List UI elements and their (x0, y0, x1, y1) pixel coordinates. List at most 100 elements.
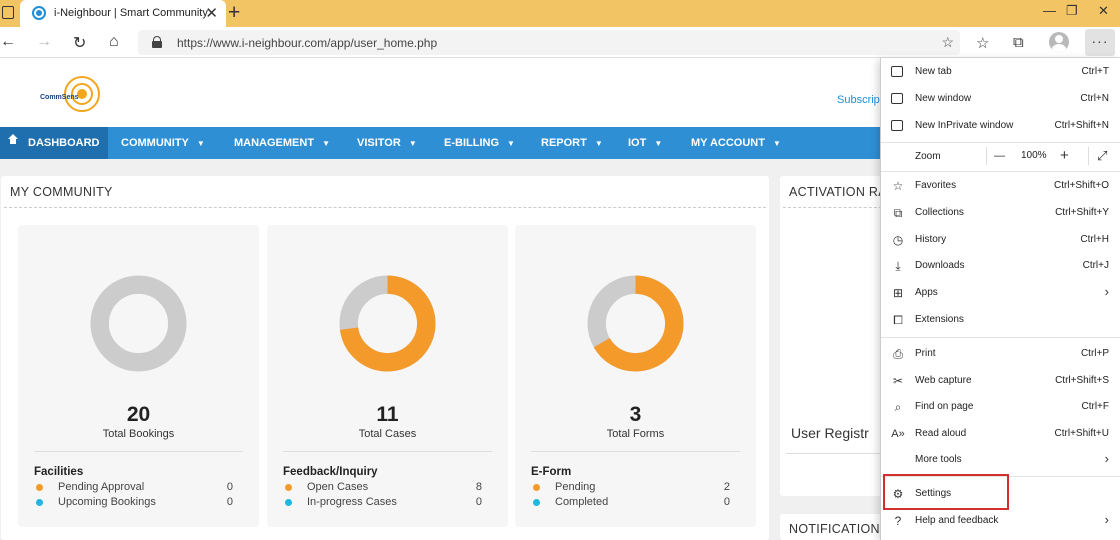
favorites-icon[interactable]: ☆ (976, 34, 989, 52)
home-icon (8, 134, 18, 147)
bookings-card: 20 Total Bookings Facilities Pending App… (18, 225, 259, 527)
menu-shortcut: Ctrl+Shift+Y (1055, 207, 1109, 218)
menu-item-favorites[interactable]: ☆ Favorites Ctrl+Shift+O (881, 173, 1120, 199)
category-title: E-Form (531, 466, 572, 478)
read-aloud-icon: A» (891, 428, 905, 440)
list-item[interactable]: Upcoming Bookings 0 (34, 496, 233, 510)
menu-label: New InPrivate window (915, 120, 1014, 131)
site-favicon-icon (32, 6, 46, 20)
tab-bar: i-Neighbour | Smart Community ✕ + — ❐ ✕ (0, 0, 1120, 27)
list-item[interactable]: In-progress Cases 0 (283, 496, 482, 510)
address-bar[interactable]: https://www.i-neighbour.com/app/user_hom… (138, 30, 960, 55)
list-item[interactable]: Pending Approval 0 (34, 481, 233, 495)
nav-label: VISITOR (357, 137, 401, 149)
forward-arrow-icon[interactable]: → (36, 33, 52, 51)
row-value: 8 (475, 481, 482, 493)
card-divider (34, 451, 243, 452)
caret-down-icon: ▼ (772, 139, 781, 148)
restore-window-icon[interactable]: ❐ (1066, 3, 1078, 19)
browser-tab[interactable]: i-Neighbour | Smart Community ✕ (20, 0, 226, 27)
menu-item-collections[interactable]: ⧉ Collections Ctrl+Shift+Y (881, 200, 1120, 226)
row-label: Pending (555, 481, 596, 493)
menu-label: Web capture (915, 375, 972, 386)
menu-item-apps[interactable]: ⊞ Apps › (881, 280, 1120, 306)
collections-icon[interactable]: ⧉ (1013, 34, 1024, 51)
row-value: 2 (723, 481, 730, 493)
tab-title: i-Neighbour | Smart Community (54, 7, 208, 19)
orange-dot-icon (36, 484, 43, 491)
menu-item-history[interactable]: ◷ History Ctrl+H (881, 227, 1120, 253)
chevron-right-icon: › (1104, 512, 1109, 527)
menu-label: Downloads (915, 260, 965, 271)
list-item[interactable]: Open Cases 8 (283, 481, 482, 495)
category-title: Feedback/Inquiry (283, 466, 378, 478)
new-window-icon (891, 93, 903, 104)
extensions-puzzle-icon: ⧠ (893, 313, 903, 327)
list-item[interactable]: Pending 2 (531, 481, 730, 495)
row-label: In-progress Cases (307, 496, 397, 508)
nav-dashboard[interactable]: DASHBOARD (0, 127, 108, 159)
refresh-icon[interactable]: ↻ (73, 33, 86, 53)
row-value: 0 (226, 496, 233, 508)
menu-item-web-capture[interactable]: ✂ Web capture Ctrl+Shift+S (881, 368, 1120, 394)
nav-label: MY ACCOUNT (691, 137, 765, 149)
commsens-logo[interactable]: CommSens (40, 74, 102, 114)
orange-dot-icon (533, 484, 540, 491)
settings-and-more-button[interactable]: ··· (1085, 29, 1115, 56)
subscription-link[interactable]: Subscrip (837, 94, 880, 106)
menu-item-new-tab[interactable]: New tab Ctrl+T (881, 59, 1120, 85)
menu-item-extensions[interactable]: ⧠ Extensions (881, 307, 1120, 333)
lock-icon[interactable] (152, 36, 162, 48)
menu-shortcut: Ctrl+Shift+U (1054, 428, 1109, 439)
close-tab-icon[interactable]: ✕ (205, 4, 218, 22)
panel-title: MY COMMUNITY (10, 185, 113, 199)
menu-item-new-inprivate-window[interactable]: New InPrivate window Ctrl+Shift+N (881, 113, 1120, 139)
menu-label: Print (915, 348, 936, 359)
fullscreen-icon[interactable]: ⤢ (1097, 148, 1107, 164)
zoom-level: 100% (1021, 150, 1047, 161)
menu-label: Find on page (915, 401, 974, 412)
menu-item-downloads[interactable]: ⤓ Downloads Ctrl+J (881, 253, 1120, 279)
back-arrow-icon[interactable]: ← (0, 33, 16, 51)
home-button-icon[interactable]: ⌂ (109, 33, 119, 51)
cases-donut-chart (339, 275, 436, 372)
zoom-divider (986, 147, 987, 165)
nav-e-billing[interactable]: E-BILLING ▼ (444, 127, 515, 159)
menu-item-new-window[interactable]: New window Ctrl+N (881, 86, 1120, 112)
nav-community[interactable]: COMMUNITY ▼ (121, 127, 205, 159)
new-tab-plus-icon[interactable]: + (228, 1, 240, 25)
cyan-dot-icon (36, 499, 43, 506)
cyan-dot-icon (285, 499, 292, 506)
nav-management[interactable]: MANAGEMENT ▼ (234, 127, 330, 159)
menu-item-more-tools[interactable]: More tools › (881, 447, 1120, 473)
menu-item-read-aloud[interactable]: A» Read aloud Ctrl+Shift+U (881, 421, 1120, 447)
tab-actions-icon[interactable] (2, 6, 14, 19)
menu-shortcut: Ctrl+Shift+N (1054, 120, 1109, 131)
close-window-icon[interactable]: ✕ (1098, 3, 1109, 19)
cases-card: 11 Total Cases Feedback/Inquiry Open Cas… (267, 225, 508, 527)
menu-item-print[interactable]: ⎙ Print Ctrl+P (881, 341, 1120, 367)
download-icon: ⤓ (895, 259, 901, 273)
address-toolbar: ← → ↻ ⌂ https://www.i-neighbour.com/app/… (0, 27, 1120, 58)
menu-shortcut: Ctrl+N (1080, 93, 1109, 104)
zoom-in-button[interactable]: + (1060, 147, 1069, 164)
menu-item-find-on-page[interactable]: ⌕ Find on page Ctrl+F (881, 394, 1120, 420)
menu-label: New tab (915, 66, 952, 77)
nav-visitor[interactable]: VISITOR ▼ (357, 127, 417, 159)
nav-iot[interactable]: IOT ▼ (628, 127, 662, 159)
menu-item-help-and-feedback[interactable]: ? Help and feedback › (881, 508, 1120, 534)
list-item[interactable]: Completed 0 (531, 496, 730, 510)
minimize-window-icon[interactable]: — (1043, 3, 1056, 18)
add-favorite-icon[interactable]: ☆ (941, 34, 954, 51)
profile-avatar[interactable] (1049, 32, 1069, 52)
caret-down-icon: ▼ (408, 139, 417, 148)
zoom-out-button[interactable]: — (994, 150, 1005, 162)
url-text[interactable]: https://www.i-neighbour.com/app/user_hom… (177, 36, 437, 50)
nav-my-account[interactable]: MY ACCOUNT ▼ (691, 127, 781, 159)
user-registration-label: User Registr (791, 425, 869, 441)
row-value: 0 (475, 496, 482, 508)
bookings-donut-chart (90, 275, 187, 372)
nav-report[interactable]: REPORT ▼ (541, 127, 603, 159)
menu-shortcut: Ctrl+H (1080, 234, 1109, 245)
total-cases-label: Total Cases (358, 428, 417, 440)
